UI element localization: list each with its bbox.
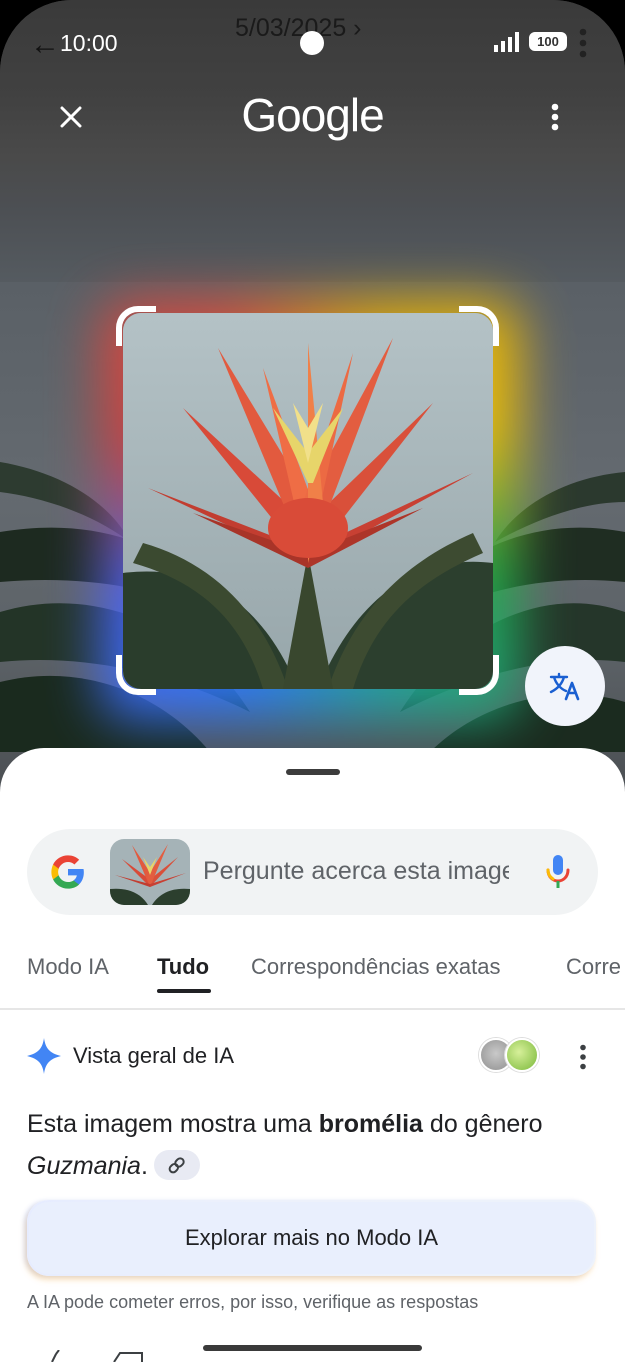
active-tab-indicator <box>157 989 211 993</box>
battery-icon: 100 <box>529 32 567 51</box>
search-bar[interactable]: Pergunte acerca esta imagem <box>27 829 598 915</box>
status-date: 5/03/2025 › <box>235 14 362 42</box>
sheet-drag-handle[interactable] <box>286 769 340 775</box>
ai-overview-header: Vista geral de IA <box>27 1038 598 1078</box>
ai-sparkle-icon <box>27 1038 61 1074</box>
crop-handle-top-right[interactable] <box>459 306 499 346</box>
ai-text-suffix: . <box>140 1152 148 1180</box>
results-tabs: Modo IA Tudo Correspondências exatas Cor… <box>0 940 625 1010</box>
tab-correspondencias-exatas[interactable]: Correspondências exatas <box>251 954 500 980</box>
link-icon <box>168 1157 185 1174</box>
ai-text-bold: bromélia <box>318 1110 423 1138</box>
ai-overview-text: Esta imagem mostra uma bromélia do gêner… <box>27 1103 598 1187</box>
query-image-thumbnail[interactable] <box>110 839 190 905</box>
citation-link-button[interactable] <box>153 1150 200 1181</box>
ai-sources-avatars[interactable] <box>479 1038 541 1072</box>
source-avatar-2 <box>505 1038 539 1072</box>
translate-icon <box>549 672 580 701</box>
ai-text-middle: do gênero <box>422 1110 543 1138</box>
more-vert-icon[interactable] <box>545 100 565 134</box>
front-camera <box>300 31 324 55</box>
google-g-icon <box>51 855 84 889</box>
image-viewer[interactable]: ← 10:00 5/03/2025 › 100 Google <box>0 0 625 790</box>
phone-screen: ← 10:00 5/03/2025 › 100 Google Pergunte … <box>0 0 625 1362</box>
explore-ai-mode-button[interactable]: Explorar mais no Modo IA <box>29 1202 594 1274</box>
ai-text-italic: Guzmania <box>27 1152 141 1180</box>
status-more-icon <box>579 28 587 58</box>
crop-handle-bottom-left[interactable] <box>116 655 156 695</box>
ai-overview-more-icon[interactable] <box>578 1044 588 1070</box>
signal-icon <box>494 32 519 52</box>
back-arrow-icon[interactable]: ← <box>30 28 60 62</box>
selected-image-region[interactable] <box>123 313 493 689</box>
ai-text-prefix: Esta imagem mostra uma <box>27 1110 319 1138</box>
google-logo: Google <box>241 89 384 141</box>
ai-disclaimer: A IA pode cometer erros, por isso, verif… <box>27 1292 479 1312</box>
crop-handle-top-left[interactable] <box>116 306 156 346</box>
partial-icon-right <box>113 1352 143 1362</box>
partial-icon-left <box>51 1350 60 1362</box>
bromeliad-image <box>123 313 493 689</box>
search-input[interactable]: Pergunte acerca esta imagem <box>203 857 509 886</box>
tab-correspondencias-overflow[interactable]: Corre <box>566 954 621 980</box>
status-time: 10:00 <box>60 30 118 56</box>
ai-overview-title: Vista geral de IA <box>73 1043 235 1068</box>
bromeliad-thumbnail-image <box>110 839 190 905</box>
gesture-nav-bar[interactable] <box>203 1345 422 1351</box>
status-bar: ← 10:00 5/03/2025 › 100 <box>0 0 625 80</box>
translate-button[interactable] <box>525 646 605 726</box>
explore-ai-mode-button-frame: Explorar mais no Modo IA <box>27 1200 596 1276</box>
results-sheet: Pergunte acerca esta imagem Modo IA Tudo… <box>0 748 625 1362</box>
microphone-icon[interactable] <box>545 853 571 891</box>
tab-modo-ia[interactable]: Modo IA <box>27 954 109 980</box>
tab-tudo[interactable]: Tudo <box>157 954 209 980</box>
